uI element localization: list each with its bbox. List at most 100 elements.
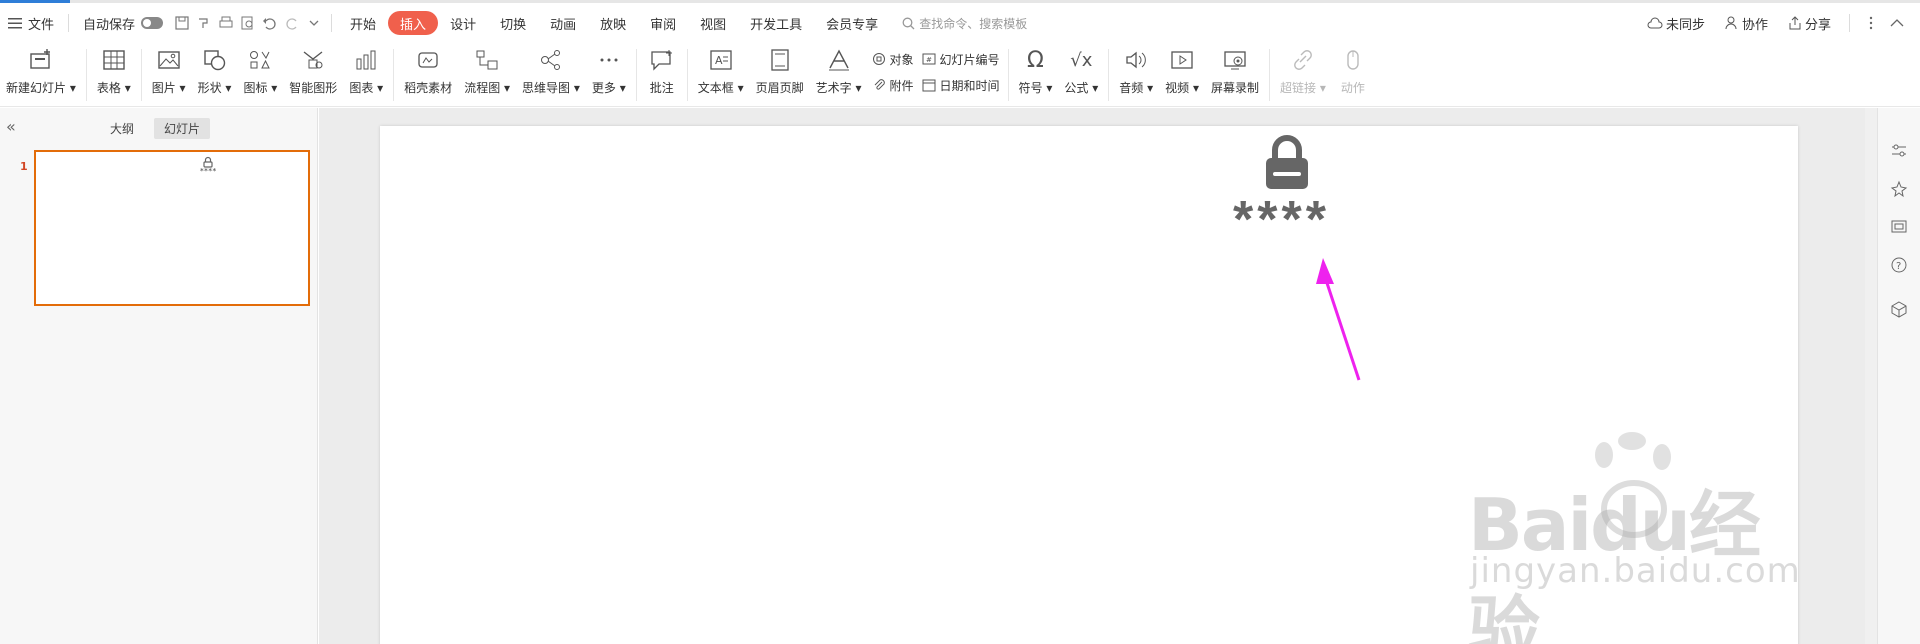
tab-developer[interactable]: 开发工具 (738, 11, 814, 35)
divider (393, 49, 395, 101)
shape-icon (200, 45, 230, 75)
tab-slides[interactable]: 幻灯片 (154, 118, 211, 139)
cube-icon[interactable] (1890, 300, 1908, 318)
datetime-label: 日期和时间 (939, 78, 1000, 93)
format-painter-icon[interactable] (193, 12, 215, 34)
header-footer-icon (765, 45, 795, 75)
divider (1007, 49, 1009, 101)
action-button[interactable]: 动作 (1332, 45, 1374, 105)
top-right-actions: 未同步 协作 分享 (1639, 3, 1908, 43)
magic-wand-icon[interactable] (1890, 180, 1908, 198)
smart-art-button[interactable]: 智能图形 (283, 45, 343, 105)
current-slide[interactable]: **** Baidu经验 jingyan.baidu.com (380, 126, 1800, 644)
annotation-arrow (1316, 258, 1361, 381)
autosave-label: 自动保存 (83, 17, 136, 33)
save-icon[interactable] (171, 12, 193, 34)
textbox-button[interactable]: A 文本框 ▾ (692, 45, 750, 105)
adjust-sliders-icon[interactable] (1890, 142, 1908, 160)
collapse-ribbon-icon[interactable] (1886, 12, 1908, 34)
share-label: 分享 (1804, 17, 1831, 33)
video-button[interactable]: 视频 ▾ (1159, 45, 1205, 105)
collapse-panel-icon[interactable]: « (6, 117, 16, 136)
object-button[interactable]: 对象 (872, 49, 914, 69)
divider (1268, 49, 1270, 101)
slide-number-button[interactable]: # 幻灯片编号 (922, 49, 1000, 69)
flowchart-button[interactable]: 流程图 ▾ (458, 45, 516, 105)
wordart-icon (824, 45, 854, 75)
header-footer-button[interactable]: 页眉页脚 (750, 45, 810, 105)
new-slide-icon (26, 45, 56, 75)
file-menu-label: 文件 (28, 17, 55, 33)
slide-number-icon: # (922, 53, 936, 65)
watermark-brand: Baidu经验 (1468, 483, 1761, 644)
undo-icon[interactable] (259, 12, 281, 34)
file-menu[interactable]: 文件 (0, 9, 62, 37)
screen-record-button[interactable]: 屏幕录制 (1205, 45, 1265, 105)
share-button[interactable]: 分享 (1780, 9, 1839, 37)
redo-icon[interactable] (281, 12, 303, 34)
sync-button[interactable]: 未同步 (1639, 9, 1713, 37)
command-search[interactable]: 查找命令、搜索模板 (902, 15, 1027, 32)
autosave-toggle[interactable]: 自动保存 (75, 9, 171, 37)
tab-design[interactable]: 设计 (438, 11, 488, 35)
lock-icon (1266, 135, 1308, 189)
mindmap-button[interactable]: 思维导图 ▾ (516, 45, 586, 105)
tab-view[interactable]: 视图 (688, 11, 738, 35)
screen-record-icon (1220, 45, 1250, 75)
audio-button[interactable]: 音频 ▾ (1113, 45, 1159, 105)
collab-button[interactable]: 协作 (1717, 9, 1776, 37)
customize-quick-access-icon[interactable] (303, 12, 325, 34)
omega-icon: Ω (1027, 47, 1044, 73)
slide-library-icon[interactable] (1890, 218, 1908, 236)
datetime-button[interactable]: 日期和时间 (922, 75, 1000, 95)
slide-number-label: 幻灯片编号 (939, 52, 1000, 67)
presentation-app: 文件 自动保存 开始 插入 设计 切换 动画 放映 审阅 视图 开发工具 会员专… (0, 0, 1920, 644)
shape-button[interactable]: 形状 ▾ (192, 45, 238, 105)
ribbon-insert: 新建幻灯片 ▾ 表格 ▾ 图片 ▾ 形状 ▾ 图标 ▾ 智能图形 图表 ▾ 稻壳… (0, 43, 1920, 107)
tab-review[interactable]: 审阅 (638, 11, 688, 35)
comment-button[interactable]: 批注 (641, 45, 683, 105)
tab-outline[interactable]: 大纲 (100, 118, 144, 139)
more-options-icon[interactable] (1860, 12, 1882, 34)
tab-home[interactable]: 开始 (338, 11, 388, 35)
object-icon (872, 53, 885, 65)
tab-slideshow[interactable]: 放映 (588, 11, 638, 35)
screen-record-label: 屏幕录制 (1210, 81, 1259, 95)
slide-thumbnail[interactable]: **** (34, 150, 310, 306)
icon-button[interactable]: 图标 ▾ (237, 45, 283, 105)
chart-label: 图表 (349, 81, 374, 95)
hyperlink-button[interactable]: 超链接 ▾ (1274, 45, 1332, 105)
action-label: 动作 (1340, 81, 1365, 95)
right-sidebar: ? (1877, 108, 1920, 644)
share-icon (1789, 16, 1801, 30)
smart-art-icon (298, 45, 328, 75)
chart-button[interactable]: 图表 ▾ (343, 45, 389, 105)
formula-button[interactable]: √x 公式 ▾ (1058, 45, 1104, 105)
user-icon (1725, 16, 1737, 30)
tab-member[interactable]: 会员专享 (814, 11, 890, 35)
more-button[interactable]: 更多 ▾ (586, 45, 632, 105)
material-button[interactable]: 稻壳素材 (398, 45, 458, 105)
audio-label: 音频 (1119, 81, 1144, 95)
tab-insert[interactable]: 插入 (388, 11, 439, 35)
new-slide-button[interactable]: 新建幻灯片 ▾ (0, 45, 82, 105)
hamburger-icon (8, 18, 22, 29)
slides-panel: « 大纲 幻灯片 1 **** (0, 108, 318, 644)
table-button[interactable]: 表格 ▾ (91, 45, 137, 105)
tab-transitions[interactable]: 切换 (488, 11, 538, 35)
print-icon[interactable] (215, 12, 237, 34)
table-icon (99, 45, 129, 75)
material-icon (413, 45, 443, 75)
tab-animations[interactable]: 动画 (538, 11, 588, 35)
wordart-button[interactable]: 艺术字 ▾ (810, 45, 868, 105)
print-preview-icon[interactable] (237, 12, 259, 34)
picture-button[interactable]: 图片 ▾ (146, 45, 192, 105)
attachment-button[interactable]: 附件 (872, 75, 914, 95)
link-icon (1288, 45, 1318, 75)
svg-text:?: ? (1896, 261, 1901, 272)
picture-icon (154, 45, 184, 75)
symbol-button[interactable]: Ω 符号 ▾ (1013, 45, 1059, 105)
vertical-scrollbar[interactable] (1865, 108, 1877, 644)
icons-gallery-icon (245, 45, 275, 75)
help-icon[interactable]: ? (1890, 256, 1908, 274)
